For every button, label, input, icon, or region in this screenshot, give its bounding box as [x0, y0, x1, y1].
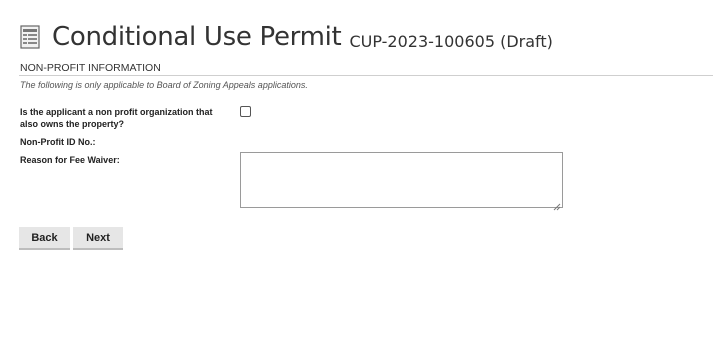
- document-icon: [20, 25, 40, 49]
- nonprofit-id-label: Non-Profit ID No.:: [20, 137, 96, 147]
- section-instruction: The following is only applicable to Boar…: [20, 80, 308, 90]
- fee-waiver-reason-label: Reason for Fee Waiver:: [20, 155, 120, 165]
- record-id: CUP-2023-100605 (Draft): [349, 31, 553, 51]
- section-title: NON-PROFIT INFORMATION: [20, 62, 161, 74]
- page-title: Conditional Use Permit: [52, 22, 342, 52]
- back-button[interactable]: Back: [19, 227, 70, 250]
- section-divider: [19, 75, 713, 76]
- next-button[interactable]: Next: [73, 227, 123, 250]
- resize-grip-icon[interactable]: [553, 198, 561, 211]
- page-header: Conditional Use Permit CUP-2023-100605 (…: [20, 20, 553, 54]
- fee-waiver-reason-textarea[interactable]: [240, 152, 563, 211]
- nonprofit-owner-checkbox[interactable]: [240, 106, 251, 117]
- nonprofit-owner-label: Is the applicant a non profit organizati…: [20, 107, 213, 129]
